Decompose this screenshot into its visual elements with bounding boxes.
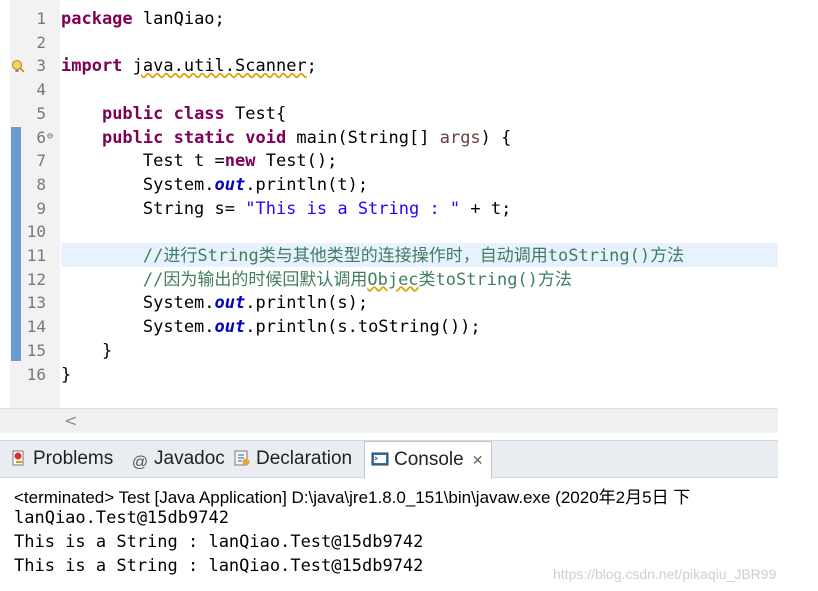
code-token: Objec: [367, 269, 419, 290]
code-token: + t;: [460, 198, 512, 219]
tab-declaration[interactable]: Declaration: [233, 441, 352, 477]
line-number: 6: [36, 127, 46, 147]
code-token: public static void: [101, 127, 287, 148]
code-token: //因为输出的时候回默认调用: [61, 269, 368, 290]
code-token: 类toString()方法: [418, 269, 572, 290]
line-number: 12: [26, 269, 46, 289]
code-token: main(String[]: [286, 127, 440, 148]
line-number: 9: [36, 198, 46, 218]
code-token: java.util.Scanner: [132, 56, 307, 77]
console-status-line: <terminated> Test [Java Application] D:\…: [14, 488, 691, 507]
code-line[interactable]: }: [61, 339, 112, 363]
code-line[interactable]: Test t =new Test();: [61, 149, 338, 173]
line-number: 11: [26, 246, 46, 265]
line-number: 5: [36, 103, 46, 123]
tab-label: Problems: [33, 448, 114, 469]
code-token: out: [214, 293, 246, 314]
code-token: "This is a String : ": [245, 198, 461, 219]
code-token: //进行String类与其他类型的连接操作时，自动调用toString()方法: [61, 246, 685, 266]
code-token: ;: [306, 56, 317, 77]
code-line[interactable]: System.out.println(s.toString());: [61, 315, 481, 339]
code-token: .println(s);: [245, 293, 369, 314]
code-line[interactable]: String s= "This is a String : " + t;: [61, 197, 511, 221]
at-sign-icon: @: [131, 454, 149, 471]
code-token: System.: [61, 293, 215, 314]
line-number: 14: [26, 317, 46, 337]
code-token: out: [214, 174, 246, 195]
view-tab-bar: Problems @ Javadoc Declaration Console ✕: [0, 440, 778, 478]
code-token: .println(s.toString());: [245, 317, 481, 338]
code-token: .println(t);: [245, 174, 369, 195]
tab-javadoc[interactable]: @ Javadoc: [131, 441, 225, 477]
code-token: new: [224, 151, 256, 172]
code-token: }: [61, 364, 72, 385]
code-line[interactable]: System.out.println(s);: [61, 291, 368, 315]
declaration-icon: [234, 450, 250, 466]
code-token: lanQiao;: [132, 9, 225, 29]
console-output-line: This is a String : lanQiao.Test@15db9742: [14, 556, 424, 576]
line-number: 2: [36, 32, 46, 52]
line-number: 1: [36, 9, 46, 28]
problems-icon: [12, 450, 24, 466]
line-number: 3: [36, 56, 46, 76]
code-token: Test();: [255, 151, 338, 172]
code-line[interactable]: public class Test{: [61, 102, 286, 126]
code-line[interactable]: //因为输出的时候回默认调用Objec类toString()方法: [61, 268, 572, 292]
line-number: 4: [36, 80, 46, 100]
horizontal-scrollbar[interactable]: <: [0, 408, 778, 433]
line-number: 8: [36, 174, 46, 194]
editor-right-margin: [778, 0, 818, 440]
code-line[interactable]: public static void main(String[] args) {: [61, 126, 511, 150]
code-token: Test t =: [61, 151, 225, 172]
line-number: 10: [26, 222, 46, 242]
tab-console[interactable]: Console ✕: [364, 441, 493, 478]
close-icon[interactable]: ✕: [472, 452, 484, 468]
code-token: System.: [61, 174, 215, 195]
tab-label: Javadoc: [154, 448, 225, 469]
code-token: ) {: [480, 127, 512, 148]
code-line[interactable]: import java.util.Scanner;: [61, 54, 317, 78]
code-token: System.: [61, 317, 215, 338]
tab-label: Console: [394, 449, 464, 470]
tab-label: Declaration: [256, 448, 353, 469]
line-number: 7: [36, 151, 46, 171]
line-number: 15: [26, 340, 46, 360]
console-output-line: This is a String : lanQiao.Test@15db9742: [14, 532, 424, 552]
code-token: out: [214, 317, 246, 338]
line-number: 13: [26, 293, 46, 313]
fold-collapse-icon[interactable]: ⊖: [47, 131, 53, 142]
code-editor[interactable]: ⊖ 1 2 3 4 5 6 7 8 9 10 11 12 13 14 15 16 package lanQia…: [0, 0, 778, 408]
tab-problems[interactable]: Problems: [10, 441, 113, 477]
code-token: args: [439, 127, 481, 148]
code-line[interactable]: //进行String类与其他类型的连接操作时，自动调用toString()方法: [61, 244, 684, 268]
scroll-left-icon[interactable]: <: [64, 411, 77, 430]
watermark: https://blog.csdn.net/pikaqiu_JBR99: [553, 566, 777, 582]
code-line[interactable]: }: [61, 363, 71, 387]
code-token: Test{: [224, 103, 287, 124]
code-token: String s=: [61, 198, 246, 219]
annotation-ruler: [0, 0, 10, 408]
code-token: import: [61, 56, 123, 77]
console-icon: [371, 452, 389, 466]
code-token: public class: [101, 103, 225, 124]
console-output-line: lanQiao.Test@15db9742: [14, 508, 229, 528]
line-number: 16: [26, 364, 46, 384]
code-line[interactable]: package lanQiao;: [61, 7, 225, 31]
code-line[interactable]: System.out.println(t);: [61, 173, 368, 197]
code-token: package: [61, 9, 133, 29]
code-token: }: [61, 340, 113, 361]
